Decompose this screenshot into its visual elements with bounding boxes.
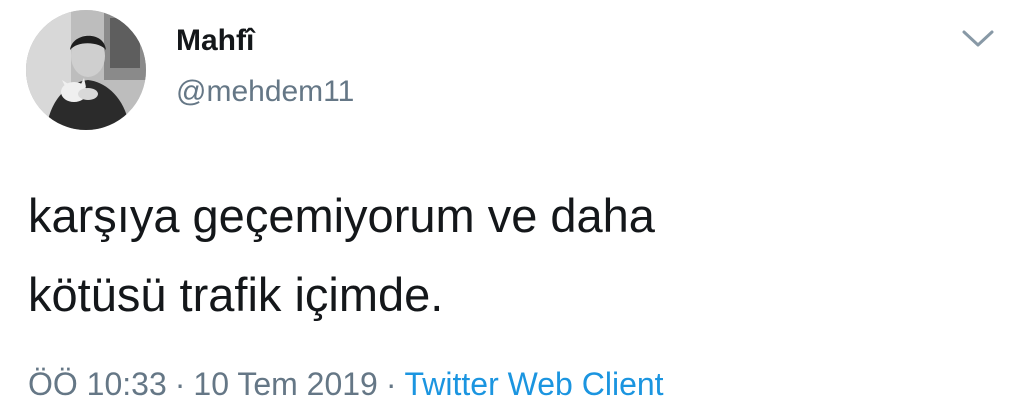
tweet-menu-button[interactable] [958,26,998,52]
chevron-down-icon [962,30,994,47]
tweet-text: karşıya geçemiyorum ve daha kötüsü trafi… [28,189,655,321]
tweet-meta: ÖÖ 10:33 · 10 Tem 2019 · Twitter Web Client [28,366,664,403]
meta-separator: · [174,366,186,402]
tweet-source-link[interactable]: Twitter Web Client [405,366,664,402]
tweet-card: Mahfî @mehdem11 karşıya geçemiyorum ve d… [0,0,1024,420]
avatar-photo [26,10,146,130]
meta-separator: · [385,366,397,402]
user-handle[interactable]: @mehdem11 [176,75,354,109]
display-name[interactable]: Mahfî [176,24,254,58]
avatar[interactable] [26,10,146,130]
tweet-time[interactable]: ÖÖ 10:33 [28,366,167,402]
tweet-date[interactable]: 10 Tem 2019 [193,366,377,402]
